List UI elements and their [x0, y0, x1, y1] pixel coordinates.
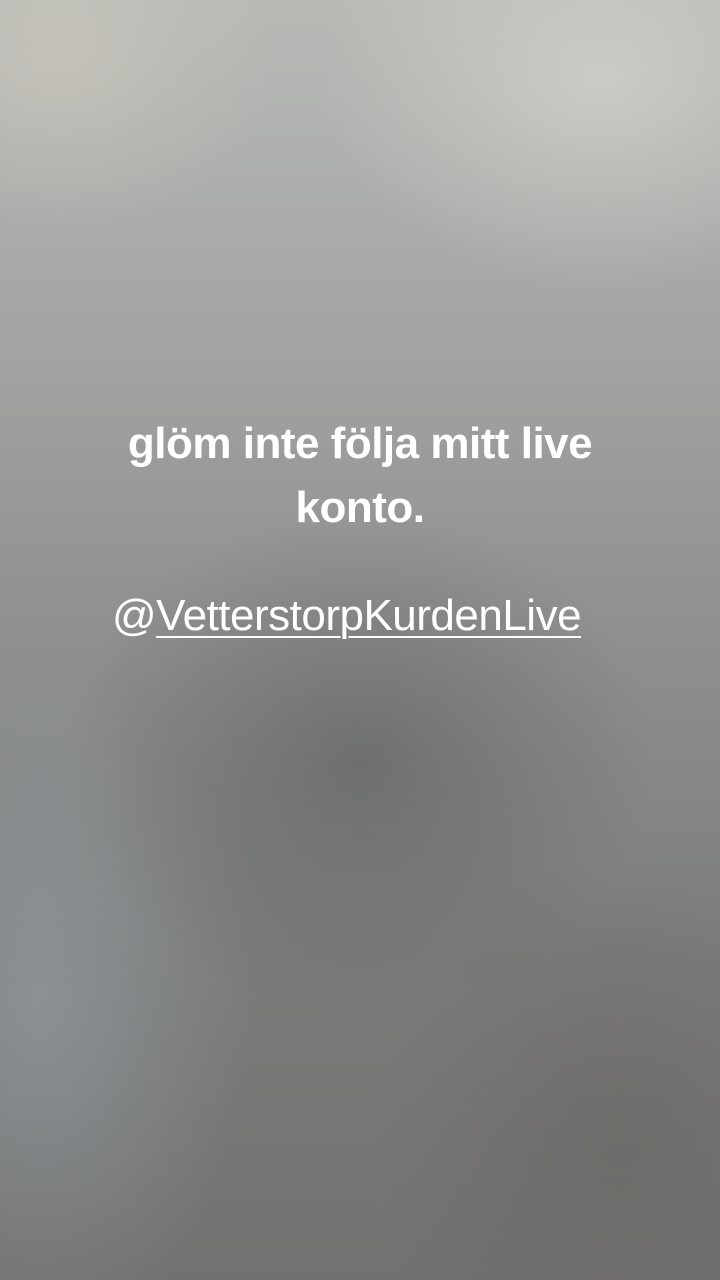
- mention-sticker[interactable]: @VetterstorpKurdenLive: [112, 586, 672, 646]
- story-caption: glöm inte följa mitt live konto.: [127, 419, 593, 532]
- mention-at-symbol: @: [112, 591, 157, 640]
- mention-handle-link[interactable]: VetterstorpKurdenLive: [156, 591, 581, 640]
